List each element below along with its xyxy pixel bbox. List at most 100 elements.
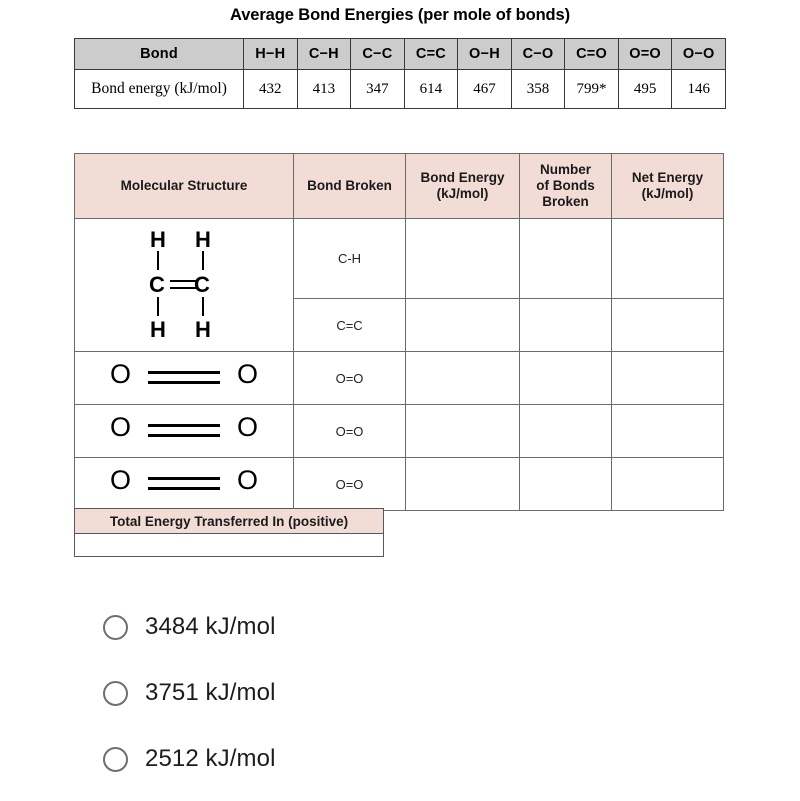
bond-energy-cell: 347 — [350, 69, 405, 109]
bond-broken-value: O=O — [293, 457, 406, 511]
table-row: Bond energy (kJ/mol) 432 413 347 614 467… — [74, 69, 726, 109]
oxygen-double-bond-line — [148, 434, 220, 437]
radio-button-icon[interactable] — [103, 680, 128, 706]
column-header-number-line3: Broken — [542, 193, 589, 209]
number-of-bonds-input-cell[interactable] — [519, 298, 612, 352]
ethene-bond-line — [202, 297, 204, 316]
answer-option-3[interactable]: 2512 kJ/mol — [103, 726, 503, 792]
oxygen-atom-left: O — [110, 465, 132, 495]
oxygen-atom-left: O — [110, 359, 132, 389]
answer-option-1[interactable]: 3484 kJ/mol — [103, 594, 503, 660]
column-header-net-energy-line1: Net Energy — [631, 170, 704, 186]
number-of-bonds-input-cell[interactable] — [519, 457, 612, 511]
ethene-molecule-diagram: H H C C H H — [124, 229, 244, 341]
bond-energy-cell: 467 — [457, 69, 512, 109]
bond-energy-cell: 432 — [243, 69, 298, 109]
bond-broken-value: O=O — [293, 404, 406, 458]
bond-broken-value: O=O — [293, 351, 406, 405]
table-row: Total Energy Transferred In (positive) — [74, 508, 384, 534]
bond-header-cell: O−H — [457, 38, 512, 70]
ethene-double-bond-line — [170, 287, 198, 289]
bond-header-cell: C=O — [564, 38, 619, 70]
bond-energy-cell: 799* — [564, 69, 619, 109]
column-header-number-of-bonds-broken: Number of Bonds Broken — [519, 153, 612, 219]
bond-breaking-worksheet-table: Molecular Structure Bond Broken Bond Ene… — [74, 153, 724, 511]
bond-energy-input-cell[interactable] — [405, 218, 520, 299]
oxygen-molecule-diagram: O O — [104, 464, 264, 504]
ethene-hydrogen-top-left: H — [150, 227, 166, 252]
ethene-bond-line — [157, 297, 159, 316]
radio-button-icon[interactable] — [103, 614, 128, 640]
column-header-bond-broken: Bond Broken — [293, 153, 406, 219]
column-header-bond-energy-line2: (kJ/mol) — [436, 186, 489, 201]
ethene-bond-line — [202, 251, 204, 270]
page-title: Average Bond Energies (per mole of bonds… — [229, 6, 570, 24]
table-row: H H C C H H C-H — [74, 218, 724, 352]
ethene-hydrogen-top-right: H — [195, 227, 211, 252]
oxygen-double-bond-line — [148, 487, 220, 490]
oxygen-atom-right: O — [236, 359, 258, 389]
net-energy-input-cell[interactable] — [611, 298, 724, 352]
table-header-row: Molecular Structure Bond Broken Bond Ene… — [74, 153, 724, 219]
bond-header-cell: C−H — [296, 38, 352, 70]
oxygen-atom-right: O — [236, 412, 258, 442]
bond-header-cell: C−O — [510, 38, 566, 70]
bond-header-cell: C=C — [403, 38, 459, 70]
bond-energy-input-cell[interactable] — [405, 351, 520, 405]
column-header-bond-energy-line1: Bond Energy — [420, 170, 505, 186]
ethene-carbon-right: C — [194, 272, 210, 297]
answer-option-2[interactable]: 3751 kJ/mol — [103, 660, 503, 726]
ethene-hydrogen-bottom-right: H — [195, 317, 211, 342]
total-energy-transferred-box: Total Energy Transferred In (positive) — [74, 508, 384, 557]
column-header-bond-energy: Bond Energy (kJ/mol) — [405, 153, 520, 219]
column-header-net-energy-line2: (kJ/mol) — [641, 186, 694, 201]
table-row: O O O=O — [74, 404, 724, 458]
net-energy-input-cell[interactable] — [611, 218, 724, 299]
oxygen-atom-left: O — [110, 412, 132, 442]
net-energy-input-cell[interactable] — [611, 457, 724, 511]
bond-energy-cell: 495 — [617, 69, 673, 109]
net-energy-input-cell[interactable] — [611, 351, 724, 405]
molecular-structure-oxygen-cell: O O — [74, 404, 294, 458]
bond-broken-value: C-H — [293, 218, 406, 299]
average-bond-energies-table: Bond H−H C−H C−C C=C O−H C−O C=O O=O O−O… — [74, 38, 726, 109]
table-row: O O O=O — [74, 351, 724, 405]
number-of-bonds-input-cell[interactable] — [519, 351, 612, 405]
table-row: Bond H−H C−H C−C C=C O−H C−O C=O O=O O−O — [74, 38, 726, 70]
bond-header-cell: O=O — [617, 38, 673, 70]
answer-options-group: 3484 kJ/mol 3751 kJ/mol 2512 kJ/mol — [103, 594, 503, 792]
bond-energy-cell: 358 — [510, 69, 566, 109]
number-of-bonds-input-cell[interactable] — [519, 218, 612, 299]
bond-energy-cell: 614 — [403, 69, 459, 109]
total-energy-input-cell[interactable] — [74, 533, 384, 557]
column-header-molecular-structure: Molecular Structure — [74, 153, 294, 219]
bond-header-cell: C−C — [350, 38, 405, 70]
bond-energy-cell: 413 — [296, 69, 352, 109]
column-header-number-line2: of Bonds — [536, 178, 595, 194]
table-row — [74, 533, 384, 557]
oxygen-molecule-diagram: O O — [104, 358, 264, 398]
bond-energy-cell: 146 — [671, 69, 726, 109]
column-header-number-line1: Number — [539, 162, 591, 178]
net-energy-input-cell[interactable] — [611, 404, 724, 458]
oxygen-double-bond-line — [148, 371, 220, 374]
oxygen-atom-right: O — [236, 465, 258, 495]
bond-header-cell: O−O — [671, 38, 726, 70]
answer-option-label: 3484 kJ/mol — [145, 613, 276, 640]
bond-header-cell: H−H — [243, 38, 298, 70]
radio-button-icon[interactable] — [103, 746, 128, 772]
oxygen-double-bond-line — [148, 424, 220, 427]
bond-energy-input-cell[interactable] — [405, 404, 520, 458]
bond-broken-value: C=C — [293, 298, 406, 352]
ethene-bond-line — [157, 251, 159, 270]
molecular-structure-oxygen-cell: O O — [74, 457, 294, 511]
bond-energy-input-cell[interactable] — [405, 457, 520, 511]
bond-energy-input-cell[interactable] — [405, 298, 520, 352]
oxygen-double-bond-line — [148, 381, 220, 384]
bond-row-label: Bond — [74, 38, 244, 70]
number-of-bonds-input-cell[interactable] — [519, 404, 612, 458]
molecular-structure-oxygen-cell: O O — [74, 351, 294, 405]
ethene-carbon-left: C — [149, 272, 165, 297]
ethene-double-bond-line — [170, 280, 198, 282]
answer-option-label: 2512 kJ/mol — [145, 745, 276, 772]
